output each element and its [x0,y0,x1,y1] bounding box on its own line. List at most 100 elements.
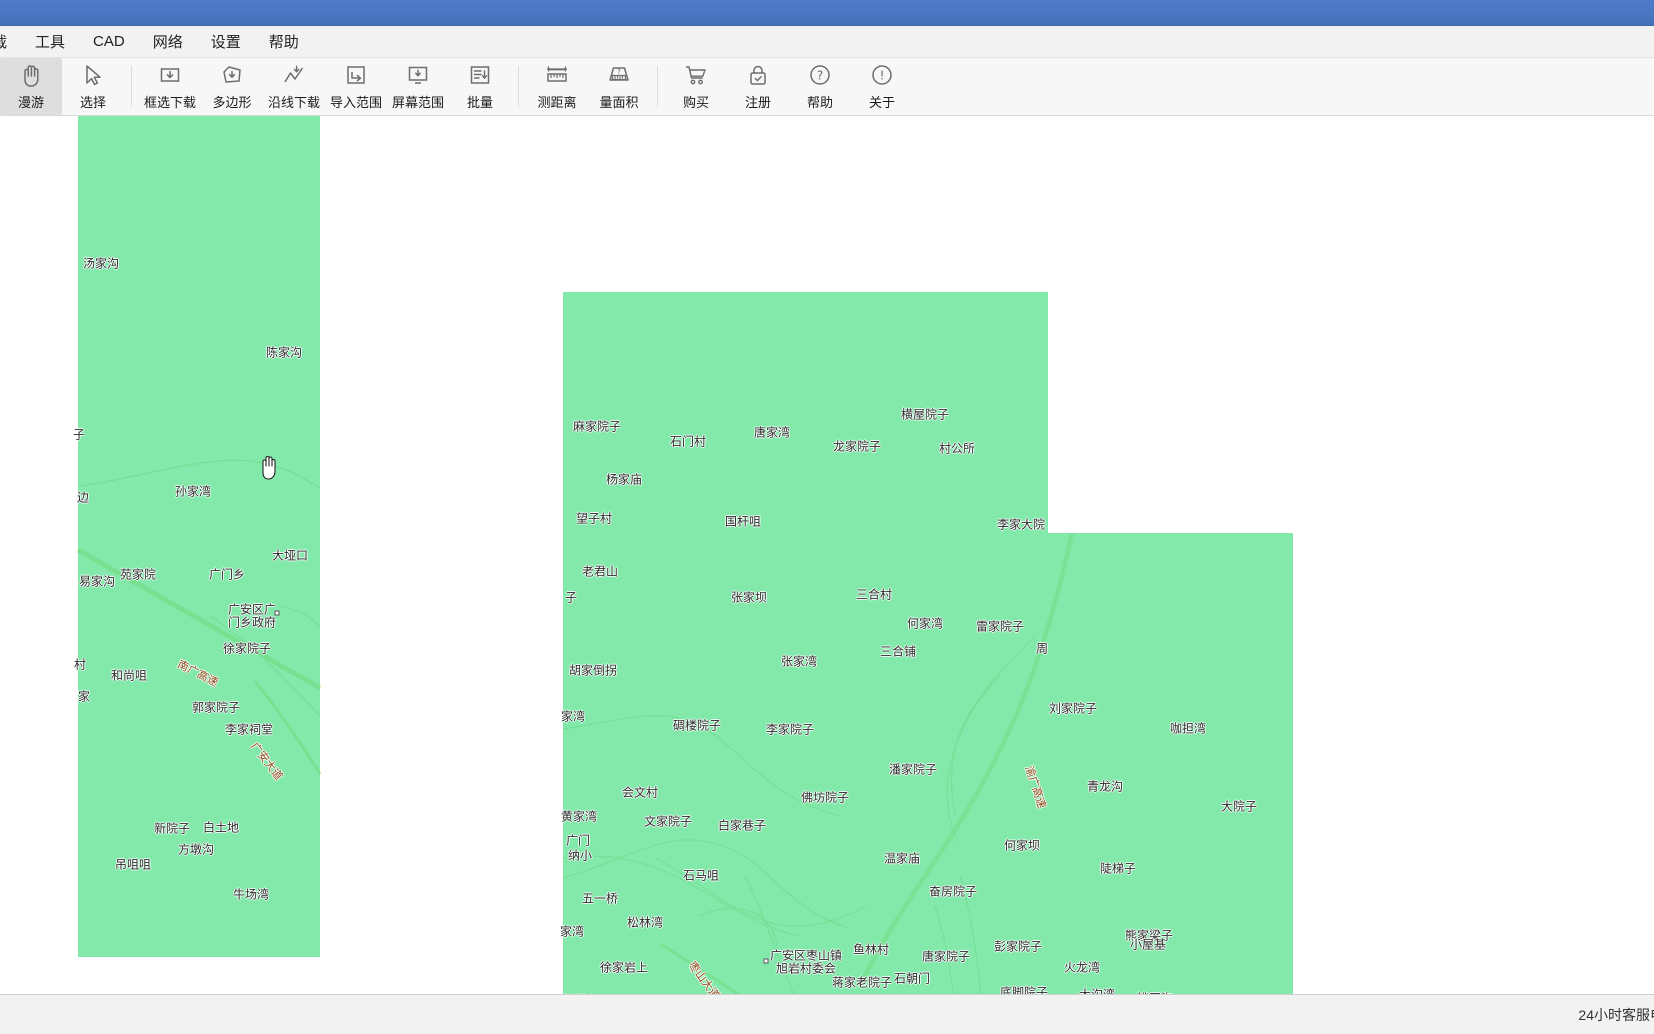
map-place-label: 文家院子 [643,814,693,829]
toolbar-button-label: 选择 [79,95,106,110]
map-place-label: 村公所 [938,441,976,456]
map-place-label: 火龙湾 [1063,960,1101,975]
menu-settings[interactable]: 设置 [197,27,255,56]
toolbar-button-label: 多边形 [212,95,252,110]
map-place-label: 麻家院子 [572,419,622,434]
map-place-label: 新院子 [153,821,191,836]
map-place-label: 三合铺 [879,644,917,659]
map-place-label: 唐家湾 [753,425,791,440]
toolbar-separator [657,66,658,107]
toolbar-button-hand[interactable]: 漫游 [0,58,62,115]
map-place-label: 横屋院子 [900,407,950,422]
lock-check-icon [746,61,770,89]
cursor-arrow-icon [81,61,105,89]
polygon-download-icon [220,61,244,89]
map-place-label: 咖担湾 [1169,721,1207,736]
menu-tools[interactable]: 工具 [21,27,79,56]
application-window: 载 工具 CAD 网络 设置 帮助 漫游 选择 框选下载 多边形沿线下载导入范围屏幕范… [0,0,1654,1034]
map-poi-marker[interactable] [274,610,280,616]
map-place-label: 李家大院 [996,517,1046,532]
cart-icon [684,61,708,89]
map-place-label: 石门村 [669,434,707,449]
map-place-label: 三合村 [855,587,893,602]
svg-text:!: ! [880,69,885,83]
toolbar-button-box-download[interactable]: 框选下载 [139,58,201,115]
title-bar [0,0,1654,26]
map-place-label: 大沟湾 [1079,986,1115,995]
map-place-label: 蒋家老院子 [831,975,893,990]
menu-cad[interactable]: CAD [79,29,139,54]
map-place-label: 奋房院子 [928,884,978,899]
map-poi-marker[interactable] [763,958,769,964]
map-canvas[interactable]: 汤家沟 陈家沟子孙家湾边大垭口 易家沟 苑家院 广门乡 广安区广 门乡政府 徐家院子村和尚咀… [0,116,1654,994]
screen-range-icon [406,61,430,89]
toolbar-button-label: 购买 [682,95,709,110]
map-place-label: 家 [77,689,91,704]
toolbar-button-cart[interactable]: 购买 [665,58,727,115]
toolbar-button-screen-range[interactable]: 屏幕范围 [387,58,449,115]
map-place-label: 易家沟 [78,574,116,589]
status-bar: 24小时客服电 [0,994,1654,1034]
map-place-label: 何家湾 [906,616,944,631]
customer-service-text: 24小时客服电 [1578,1006,1654,1023]
map-place-label: 底脚院子 [999,985,1049,995]
map-place-label: 国杆咀 [724,514,762,529]
map-place-label: 大院子 [1220,799,1258,814]
map-place-label: 碉楼院子 [672,718,722,733]
map-place-label: 潘家院子 [888,762,938,777]
hand-cursor [262,456,276,480]
menu-network[interactable]: 网络 [139,27,197,56]
map-place-label: 松林湾 [626,915,664,930]
toolbar-button-ruler[interactable]: 测距离 [526,58,588,115]
map-place-label: 子 [72,427,86,442]
map-place-label: 温家庙 [883,851,921,866]
map-place-label: 广安区枣山镇 旭岩村委会 [769,948,843,975]
toolbar-button-label: 屏幕范围 [391,95,444,110]
map-place-label: 汤家沟 [82,256,120,271]
map-place-label: 张家湾 [780,654,818,669]
svg-text:?: ? [817,69,823,83]
selection-rectangle-right[interactable] [1048,533,1293,994]
toolbar-button-polyline-download[interactable]: 沿线下载 [263,58,325,115]
menu-download[interactable]: 载 [0,27,21,56]
map-place-label: 何家坝 [1003,838,1041,853]
toolbar-separator [518,66,519,107]
toolbar-button-label: 沿线下载 [267,95,320,110]
toolbar-button-import-range[interactable]: 导入范围 [325,58,387,115]
toolbar-button-lock-check[interactable]: 注册 [727,58,789,115]
map-place-label: 徐家院子 [222,641,272,656]
map-place-label: 陈家沟 [265,345,303,360]
ruler-icon [545,61,569,89]
toolbar-button-label: 框选下载 [143,95,196,110]
toolbar-button-question-circle[interactable]: ? 帮助 [789,58,851,115]
map-place-label: 苑家院 [119,567,157,582]
map-place-label: 家湾 [560,709,586,724]
map-place-label: 纳小 [567,848,593,863]
map-place-label: 大垭口 [271,548,309,563]
menu-bar: 载 工具 CAD 网络 设置 帮助 [0,26,1654,58]
map-place-label: 李家院子 [765,722,815,737]
box-download-icon [158,61,182,89]
import-range-icon [344,61,368,89]
toolbar-button-area-measure[interactable]: ? 量面积 [588,58,650,115]
toolbar-separator [131,66,132,107]
map-place-label: 吊咀咀 [114,857,152,872]
toolbar-button-label: 漫游 [17,95,44,110]
map-place-label: 方墩沟 [177,842,215,857]
toolbar-button-batch-list[interactable]: 批量 [449,58,511,115]
map-place-label: 杨家庙 [605,472,643,487]
selection-rectangle-left[interactable] [78,116,320,957]
menu-help[interactable]: 帮助 [255,27,313,56]
toolbar-button-exclamation-circle[interactable]: ! 关于 [851,58,913,115]
toolbar-button-polygon-download[interactable]: 多边形 [201,58,263,115]
map-place-label: 五一桥 [581,891,619,906]
map-place-label: 望子村 [575,511,613,526]
toolbar-button-cursor-arrow[interactable]: 选择 [62,58,124,115]
question-circle-icon: ? [808,61,832,89]
map-place-label: 牛场湾 [232,887,270,902]
svg-text:?: ? [617,68,621,76]
map-place-label: 雷家院子 [975,619,1025,634]
map-place-label: 徐家岩上 [599,960,649,975]
map-place-label: 白家巷子 [717,818,767,833]
map-place-label: 李家祠堂 [224,722,274,737]
